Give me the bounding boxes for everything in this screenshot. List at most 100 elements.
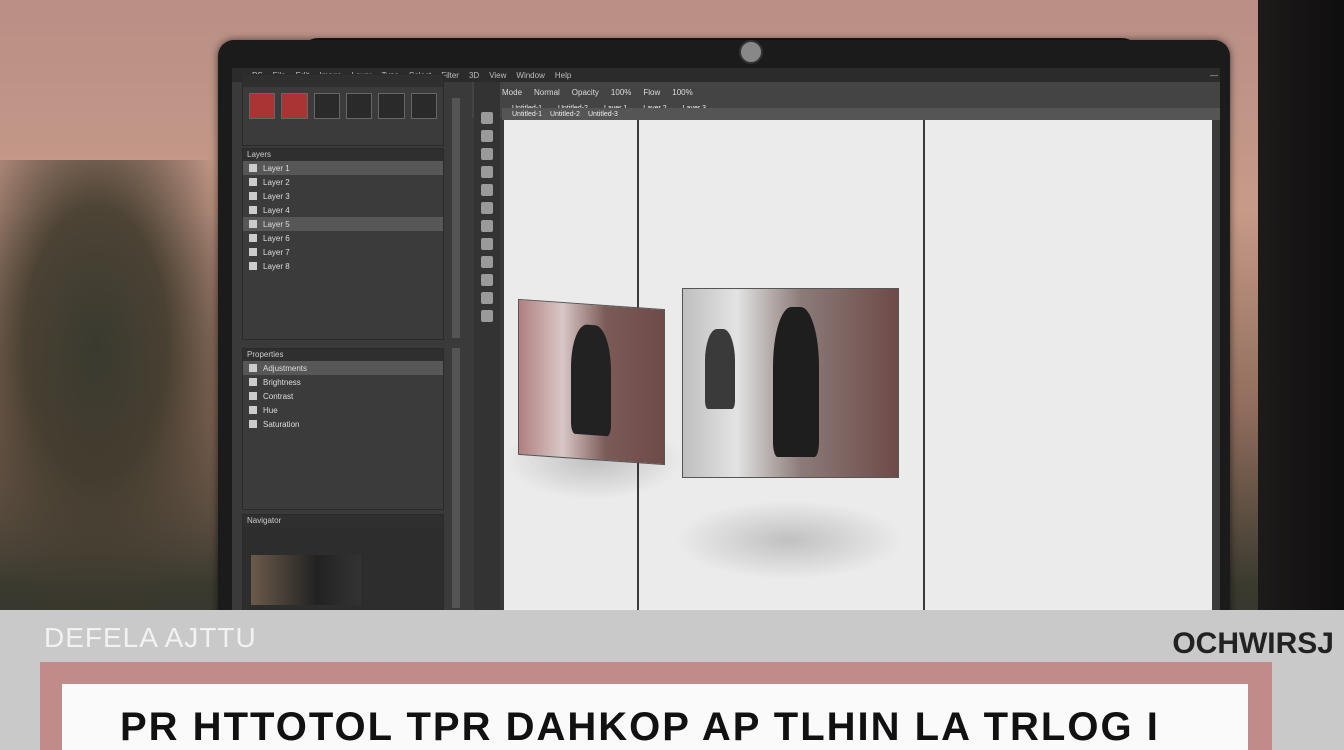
layer-row[interactable]: Layer 1 — [243, 161, 443, 175]
thumbnail-strip — [243, 87, 443, 125]
adjust-icon — [249, 378, 257, 386]
adjust-icon — [249, 406, 257, 414]
navigator-panel-title: Navigator — [243, 515, 443, 527]
layer-row[interactable]: Layer 3 — [243, 189, 443, 203]
tab-document-3[interactable]: Untitled-3 — [588, 111, 618, 118]
eye-icon[interactable] — [249, 164, 257, 172]
gradient-tool-icon[interactable] — [481, 220, 493, 232]
layer-row[interactable]: Layer 8 — [243, 259, 443, 273]
photo-layer-center[interactable] — [682, 288, 899, 478]
marquee-tool-icon[interactable] — [481, 130, 493, 142]
layer-name: Layer 1 — [263, 163, 290, 173]
banner-right-title: OCHWIRSJ — [1172, 627, 1334, 660]
navigator-panel: Navigator — [242, 514, 444, 612]
person-figure — [571, 323, 611, 437]
layer-name: Layer 5 — [263, 219, 290, 229]
menu-item-3d[interactable]: 3D — [469, 71, 479, 80]
hand-tool-icon[interactable] — [481, 292, 493, 304]
eye-icon[interactable] — [249, 178, 257, 186]
adjust-icon — [249, 420, 257, 428]
person-figure — [773, 307, 819, 457]
thumbnail[interactable] — [378, 93, 405, 119]
layers-panel: Layers Layer 1 Layer 2 Layer 3 Layer 4 L… — [242, 148, 444, 340]
eraser-tool-icon[interactable] — [481, 202, 493, 214]
eye-icon[interactable] — [249, 206, 257, 214]
zoom-tool-icon[interactable] — [481, 310, 493, 322]
brush-tool-icon[interactable] — [481, 184, 493, 196]
thumbnail[interactable] — [345, 93, 373, 119]
menu-item-window[interactable]: Window — [516, 71, 544, 80]
artboard-divider — [923, 120, 925, 610]
layer-row[interactable]: Layer 4 — [243, 203, 443, 217]
lasso-tool-icon[interactable] — [481, 148, 493, 160]
option-flow-label: Flow — [643, 88, 661, 97]
person-reflection — [705, 329, 735, 409]
layer-name: Layer 2 — [263, 177, 290, 187]
property-row[interactable]: Adjustments — [243, 361, 443, 375]
property-label: Adjustments — [263, 363, 308, 373]
panel-scrollbar[interactable] — [452, 98, 460, 338]
layer-row[interactable]: Layer 2 — [243, 175, 443, 189]
layer-row[interactable]: Layer 7 — [243, 245, 443, 259]
eye-icon[interactable] — [249, 234, 257, 242]
eye-icon[interactable] — [249, 220, 257, 228]
pen-tool-icon[interactable] — [481, 238, 493, 250]
document-canvas[interactable] — [504, 120, 1212, 610]
webcam-icon — [739, 40, 763, 64]
shape-tool-icon[interactable] — [481, 274, 493, 286]
properties-panel: Properties Adjustments Brightness Contra… — [242, 348, 444, 510]
properties-panel-title: Properties — [243, 349, 443, 361]
panel-header — [243, 75, 443, 87]
tab-document-1[interactable]: Untitled-1 — [512, 111, 542, 118]
photo-layer-left[interactable] — [518, 298, 665, 466]
layer-row[interactable]: Layer 6 — [243, 231, 443, 245]
property-row[interactable]: Saturation — [243, 417, 443, 431]
property-label: Contrast — [263, 391, 294, 401]
eye-icon[interactable] — [249, 262, 257, 270]
layer-name: Layer 4 — [263, 205, 290, 215]
property-row[interactable]: Hue — [243, 403, 443, 417]
thumbnail[interactable] — [281, 93, 308, 119]
layer-name: Layer 3 — [263, 191, 290, 201]
photo-shadow — [674, 500, 904, 580]
thumbnail[interactable] — [313, 93, 340, 119]
option-mode-value[interactable]: Normal — [534, 88, 560, 97]
adjust-icon — [249, 392, 257, 400]
thumbnail[interactable] — [249, 93, 276, 119]
layer-name: Layer 8 — [263, 261, 290, 271]
swatch-panel — [242, 74, 444, 146]
banner-main-text: PR HTTOTOL TPR DAHKOP AP TLHIN LA TRLOG … — [120, 705, 1160, 749]
navigator-preview-image[interactable] — [251, 555, 361, 605]
property-label: Brightness — [263, 377, 301, 387]
layer-row[interactable]: Layer 5 — [243, 217, 443, 231]
window-controls: — □ × — [1210, 71, 1220, 80]
eye-icon[interactable] — [249, 248, 257, 256]
background-dark-right — [1258, 0, 1344, 620]
menu-item-help[interactable]: Help — [555, 71, 571, 80]
option-opacity-value[interactable]: 100% — [611, 88, 631, 97]
document-tabs: Untitled-1 Untitled-2 Untitled-3 — [502, 108, 1220, 120]
minimize-button[interactable]: — — [1210, 71, 1218, 80]
adjust-icon — [249, 364, 257, 372]
banner-left-title: DEFELA AJTTU — [44, 622, 257, 653]
tools-panel — [474, 82, 500, 613]
type-tool-icon[interactable] — [481, 256, 493, 268]
panel-scrollbar[interactable] — [452, 348, 460, 608]
property-label: Saturation — [263, 419, 300, 429]
layers-panel-title: Layers — [243, 149, 443, 161]
option-flow-value[interactable]: 100% — [672, 88, 692, 97]
thumbnail[interactable] — [410, 93, 437, 119]
property-row[interactable]: Brightness — [243, 375, 443, 389]
options-row: Mode Normal Opacity 100% Flow 100% — [472, 82, 1220, 103]
crop-tool-icon[interactable] — [481, 166, 493, 178]
tab-document-2[interactable]: Untitled-2 — [550, 111, 580, 118]
property-row[interactable]: Contrast — [243, 389, 443, 403]
layer-name: Layer 6 — [263, 233, 290, 243]
property-label: Hue — [263, 405, 278, 415]
background-blur-left — [0, 160, 240, 620]
layer-name: Layer 7 — [263, 247, 290, 257]
menu-item-view[interactable]: View — [489, 71, 506, 80]
eye-icon[interactable] — [249, 192, 257, 200]
move-tool-icon[interactable] — [481, 112, 493, 124]
photoshop-window: PS File Edit Image Layer Type Select Fil… — [232, 68, 1220, 613]
